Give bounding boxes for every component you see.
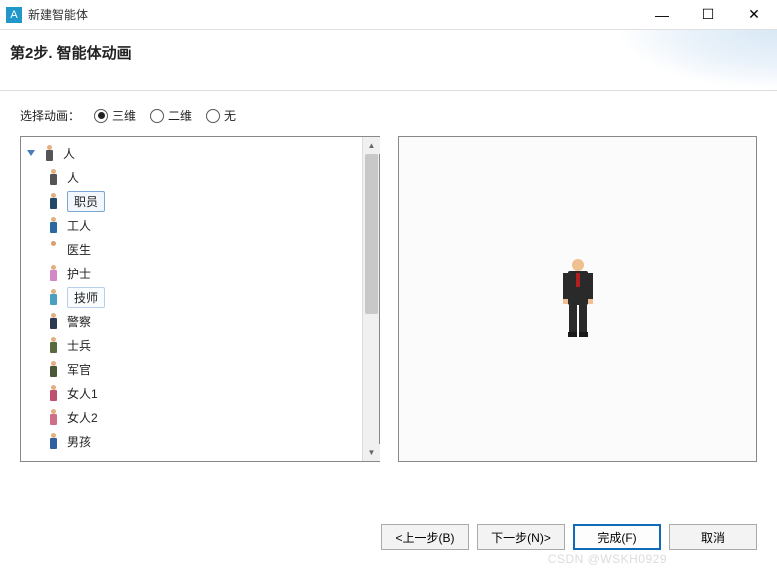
back-button[interactable]: <上一步(B): [381, 524, 469, 550]
tree-item[interactable]: 警察: [23, 309, 360, 333]
window-controls: — ☐ ✕: [639, 0, 777, 30]
person-icon: [49, 432, 59, 450]
scroll-up-button[interactable]: ▲: [363, 137, 380, 154]
tree-item-label: 人: [67, 169, 79, 186]
tree-item-label: 护士: [67, 265, 91, 282]
radio-icon: [206, 109, 220, 123]
tree-item[interactable]: 职员: [23, 189, 360, 213]
tree-item[interactable]: 工人: [23, 213, 360, 237]
tree-item[interactable]: 士兵: [23, 333, 360, 357]
animation-select-row: 选择动画： 三维 二维 无: [20, 107, 757, 124]
title-bar: A 新建智能体 — ☐ ✕: [0, 0, 777, 30]
tree-item-label: 医生: [67, 241, 91, 258]
tree-item-label: 女人1: [67, 385, 98, 402]
tree-item-label: 职员: [67, 191, 105, 212]
radio-none-label: 无: [224, 107, 236, 124]
radio-2d[interactable]: 二维: [150, 107, 192, 124]
tree-panel: 人 人职员工人医生护士技师警察士兵军官女人1 女人2 男孩 ▲ ▼: [20, 136, 380, 462]
maximize-button[interactable]: ☐: [685, 0, 731, 30]
person-icon: [45, 144, 55, 162]
scroll-down-button[interactable]: ▼: [363, 444, 380, 461]
tree-item[interactable]: 技师: [23, 285, 360, 309]
window-title: 新建智能体: [28, 6, 88, 23]
finish-button[interactable]: 完成(F): [573, 524, 661, 550]
tree-item[interactable]: 男孩: [23, 429, 360, 453]
person-icon: [49, 288, 59, 306]
tree-item[interactable]: 女人1: [23, 381, 360, 405]
tree-item[interactable]: 军官: [23, 357, 360, 381]
next-button[interactable]: 下一步(N)>: [477, 524, 565, 550]
tree-item-label: 男孩: [67, 433, 91, 450]
tree-item-label: 警察: [67, 313, 91, 330]
person-icon: [49, 192, 59, 210]
avatar-3d-preview: [560, 259, 596, 339]
person-icon: [49, 216, 59, 234]
minimize-button[interactable]: —: [639, 0, 685, 30]
radio-icon: [150, 109, 164, 123]
scroll-thumb[interactable]: [365, 154, 378, 314]
tree-item-label: 技师: [67, 287, 105, 308]
cancel-button[interactable]: 取消: [669, 524, 757, 550]
person-icon: [49, 312, 59, 330]
tree-item[interactable]: 护士: [23, 261, 360, 285]
header-decoration: [617, 30, 777, 90]
person-icon: [49, 408, 59, 426]
radio-3d-label: 三维: [112, 107, 136, 124]
wizard-footer: <上一步(B) 下一步(N)> 完成(F) 取消: [381, 524, 757, 550]
app-icon: A: [6, 7, 22, 23]
radio-2d-label: 二维: [168, 107, 192, 124]
person-icon: [49, 168, 59, 186]
preview-panel: [398, 136, 757, 462]
radio-none[interactable]: 无: [206, 107, 236, 124]
tree-root[interactable]: 人: [23, 141, 360, 165]
person-icon: [49, 384, 59, 402]
radio-3d[interactable]: 三维: [94, 107, 136, 124]
tree-item-label: 工人: [67, 217, 91, 234]
animation-select-label: 选择动画：: [20, 107, 80, 124]
wizard-header: 第2步. 智能体动画: [0, 30, 777, 90]
person-icon: [49, 240, 59, 258]
tree-item[interactable]: 女人2: [23, 405, 360, 429]
person-icon: [49, 336, 59, 354]
tree-item[interactable]: 医生: [23, 237, 360, 261]
close-button[interactable]: ✕: [731, 0, 777, 30]
scrollbar[interactable]: ▲ ▼: [362, 137, 379, 461]
tree-root-label: 人: [63, 145, 75, 162]
person-icon: [49, 264, 59, 282]
panels: 人 人职员工人医生护士技师警察士兵军官女人1 女人2 男孩 ▲ ▼: [20, 136, 757, 462]
tree[interactable]: 人 人职员工人医生护士技师警察士兵军官女人1 女人2 男孩: [21, 137, 362, 461]
radio-icon: [94, 109, 108, 123]
tree-item-label: 女人2: [67, 409, 98, 426]
watermark: CSDN @WSKH0929: [548, 552, 667, 566]
tree-item-label: 军官: [67, 361, 91, 378]
tree-item[interactable]: 人: [23, 165, 360, 189]
person-icon: [49, 360, 59, 378]
tree-item-label: 士兵: [67, 337, 91, 354]
chevron-down-icon[interactable]: [27, 150, 35, 156]
content-area: 选择动画： 三维 二维 无 人 人职员工人医生护士技师警察士兵军官女人1 女人2 男…: [0, 90, 777, 462]
